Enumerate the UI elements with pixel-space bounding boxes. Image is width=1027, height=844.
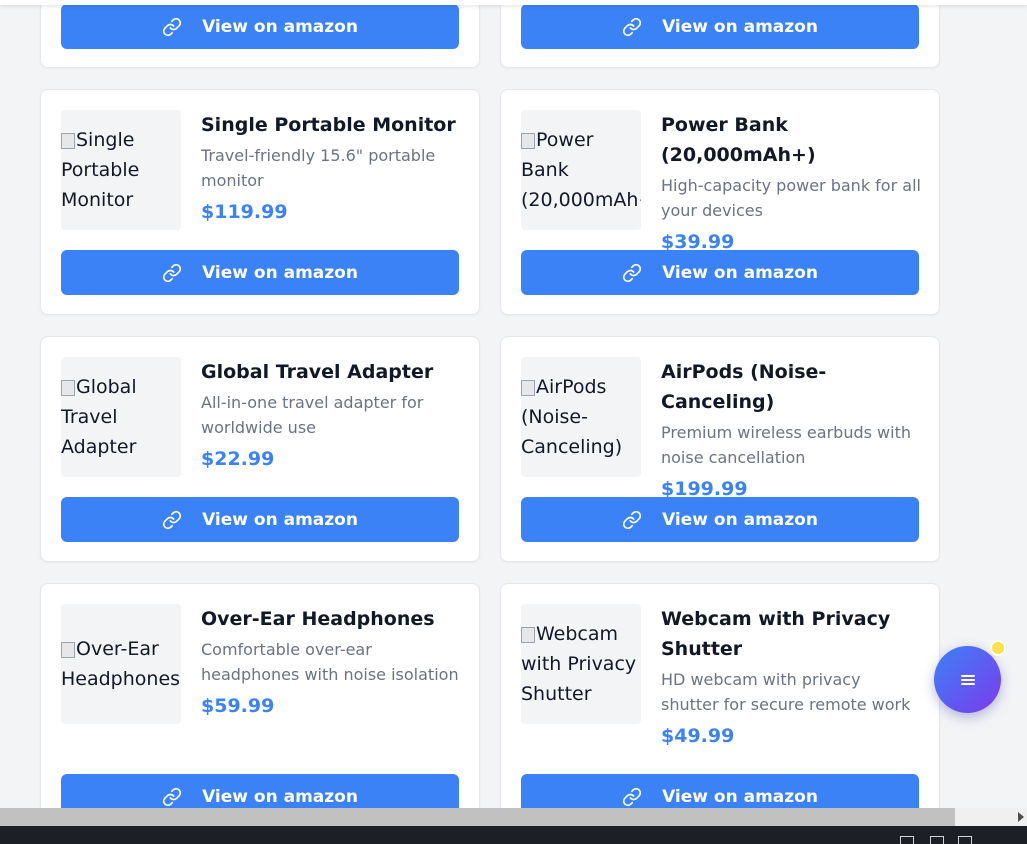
link-icon (162, 510, 182, 529)
floating-menu-button[interactable] (934, 646, 1001, 713)
product-description: High-capacity power bank for all your de… (661, 176, 921, 220)
product-image: Power Bank (20,000mAh+ (521, 110, 641, 230)
product-card: AirPods (Noise- Canceling) AirPods (Nois… (500, 336, 940, 562)
button-label: View on amazon (202, 786, 358, 807)
button-label: View on amazon (662, 786, 818, 807)
link-icon (622, 17, 642, 36)
view-on-amazon-button[interactable]: View on amazon (521, 250, 919, 295)
product-price: $49.99 (661, 725, 735, 747)
product-image: AirPods (Noise- Canceling) (521, 357, 641, 477)
product-card-partial-left: View on amazon (40, 0, 480, 68)
taskbar (0, 826, 1027, 844)
link-icon (162, 787, 182, 806)
product-image: Webcam with Privacy Shutter (521, 604, 641, 724)
scrollbar-thumb[interactable] (0, 808, 955, 826)
product-title: AirPods (Noise-Canceling) (661, 361, 827, 413)
product-description: All-in-one travel adapter for worldwide … (201, 393, 424, 437)
view-on-amazon-button[interactable]: View on amazon (61, 250, 459, 295)
button-label: View on amazon (662, 16, 818, 37)
product-description: Premium wireless earbuds with noise canc… (661, 423, 911, 467)
product-image: Global Travel Adapter (61, 357, 181, 477)
product-description: Comfortable over-ear headphones with noi… (201, 640, 459, 684)
broken-image-icon (61, 641, 75, 658)
link-icon (162, 17, 182, 36)
product-price: $59.99 (201, 695, 275, 717)
horizontal-scrollbar[interactable] (0, 808, 1027, 826)
product-title: Webcam with Privacy Shutter (661, 608, 891, 660)
view-on-amazon-button[interactable]: View on amazon (521, 497, 919, 542)
notification-dot (990, 640, 1006, 656)
tray-icon[interactable] (930, 836, 944, 844)
product-image: Over-Ear Headphones (61, 604, 181, 724)
button-label: View on amazon (662, 262, 818, 283)
link-icon (622, 787, 642, 806)
link-icon (622, 263, 642, 282)
button-label: View on amazon (202, 509, 358, 530)
link-icon (162, 263, 182, 282)
broken-image-icon (521, 132, 535, 149)
product-title: Power Bank (20,000mAh+) (661, 114, 816, 166)
scroll-right-arrow-icon[interactable] (1018, 812, 1024, 822)
broken-image-icon (61, 132, 75, 149)
product-card-partial-right: View on amazon (500, 0, 940, 68)
broken-image-icon (521, 379, 535, 396)
product-title: Global Travel Adapter (201, 361, 434, 383)
product-card: Single Portable Monitor Single Portable … (40, 89, 480, 315)
product-card: Power Bank (20,000mAh+ Power Bank (20,00… (500, 89, 940, 315)
view-on-amazon-button[interactable]: View on amazon (61, 4, 459, 49)
product-title: Single Portable Monitor (201, 114, 456, 136)
link-icon (622, 510, 642, 529)
product-image: Single Portable Monitor (61, 110, 181, 230)
button-label: View on amazon (202, 262, 358, 283)
product-description: HD webcam with privacy shutter for secur… (661, 670, 911, 714)
tray-icon[interactable] (900, 836, 914, 844)
button-label: View on amazon (662, 509, 818, 530)
view-on-amazon-button[interactable]: View on amazon (61, 497, 459, 542)
product-title: Over-Ear Headphones (201, 608, 435, 630)
menu-icon (960, 674, 975, 685)
button-label: View on amazon (202, 16, 358, 37)
product-price: $119.99 (201, 201, 288, 223)
top-bar (0, 0, 1027, 5)
broken-image-icon (61, 379, 75, 396)
product-price: $22.99 (201, 448, 275, 470)
product-card: Global Travel Adapter Global Travel Adap… (40, 336, 480, 562)
product-card: Over-Ear Headphones Over-Ear Headphones … (40, 583, 480, 823)
view-on-amazon-button[interactable]: View on amazon (521, 4, 919, 49)
product-description: Travel-friendly 15.6" portable monitor (201, 146, 436, 190)
product-card: Webcam with Privacy Shutter Webcam with … (500, 583, 940, 823)
broken-image-icon (521, 626, 535, 643)
tray-icon[interactable] (958, 836, 972, 844)
